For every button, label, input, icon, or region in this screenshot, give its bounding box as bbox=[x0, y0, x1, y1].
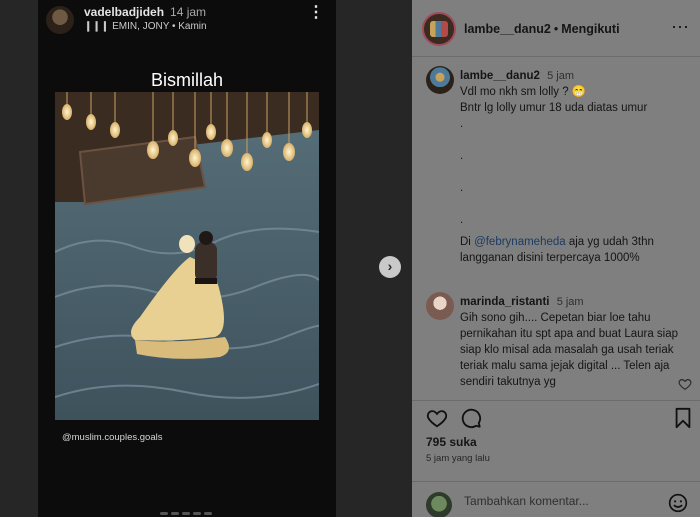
bars-icon: ❙❙❙ bbox=[84, 21, 110, 32]
story-time: 14 jam bbox=[170, 5, 207, 19]
add-comment-bar bbox=[412, 481, 700, 517]
story-viewer[interactable]: vadelbadjideh 14 jam ❙❙❙ EMIN, JONY • Kami… bbox=[38, 0, 336, 517]
comment-body: lambe__danu2 5 jam Vdl mo nkh sm lolly ?… bbox=[460, 68, 690, 266]
current-user-avatar bbox=[426, 492, 452, 517]
post-author-username[interactable]: lambe__danu2 bbox=[464, 22, 551, 36]
likes-count[interactable]: 795 suka bbox=[426, 435, 477, 449]
mention-link[interactable]: @febrynameheda bbox=[474, 236, 566, 248]
comment-time: 5 jam bbox=[547, 70, 575, 82]
story-more-icon[interactable]: ⋮ bbox=[308, 5, 324, 21]
comment-avatar[interactable] bbox=[426, 66, 454, 94]
comment-input[interactable] bbox=[464, 494, 654, 508]
comment-avatar[interactable] bbox=[426, 292, 454, 320]
comment-dot: . bbox=[460, 182, 464, 194]
post-header: lambe__danu2 • Mengikuti ⋯ bbox=[412, 0, 700, 57]
heart-icon[interactable] bbox=[426, 407, 448, 429]
story-avatar[interactable] bbox=[46, 6, 74, 34]
comment-icon[interactable] bbox=[460, 407, 482, 429]
comment-text-line: Vdl mo nkh sm lolly ? 😁 bbox=[460, 86, 587, 98]
post-author-avatar[interactable] bbox=[422, 12, 456, 46]
story-page-dot bbox=[204, 512, 212, 515]
story-page-dot bbox=[193, 512, 201, 515]
story-music[interactable]: ❙❙❙ EMIN, JONY • Kamin bbox=[84, 21, 207, 32]
comment-text: Gih sono gih.... Cepetan biar loe tahu p… bbox=[460, 312, 679, 388]
comment-time: 5 jam bbox=[556, 296, 584, 308]
post-actions bbox=[412, 400, 700, 434]
comment-text-line: langganan disini terpercaya 1000% bbox=[460, 252, 640, 264]
like-comment-heart-icon[interactable] bbox=[678, 377, 692, 391]
story-music-label: EMIN, JONY • Kamin bbox=[112, 21, 207, 32]
following-button[interactable]: Mengikuti bbox=[561, 22, 619, 36]
comment-text-pre: Di bbox=[460, 236, 475, 248]
comments-list[interactable]: lambe__danu2 5 jam Vdl mo nkh sm lolly ?… bbox=[412, 58, 700, 392]
comment-text-post: aja yg udah 3thn bbox=[565, 236, 654, 248]
comment-username[interactable]: marinda_ristanti bbox=[460, 296, 549, 308]
story-header: vadelbadjideh 14 jam ❙❙❙ EMIN, JONY • Kami… bbox=[38, 0, 336, 40]
post-panel: lambe__danu2 • Mengikuti ⋯ lambe__danu2 5 … bbox=[412, 0, 700, 517]
story-page-dot bbox=[171, 512, 179, 515]
more-icon[interactable]: ⋯ bbox=[671, 17, 690, 38]
mosque-photo-illustration bbox=[55, 92, 319, 420]
story-pagination bbox=[160, 512, 212, 515]
story-username-line: vadelbadjideh 14 jam bbox=[84, 5, 206, 19]
comment-dot: . bbox=[460, 150, 464, 162]
media-pane: vadelbadjideh 14 jam ❙❙❙ EMIN, JONY • Kami… bbox=[0, 0, 412, 517]
comment-username[interactable]: lambe__danu2 bbox=[460, 70, 540, 82]
emoji-icon[interactable] bbox=[668, 493, 688, 513]
post-author-line: lambe__danu2 • Mengikuti bbox=[464, 22, 620, 36]
header-separator: • bbox=[553, 22, 559, 36]
story-credit: @muslim.couples.goals bbox=[62, 432, 163, 443]
comment-body: marinda_ristanti 5 jam Gih sono gih.... … bbox=[460, 294, 690, 390]
bookmark-icon[interactable] bbox=[674, 407, 692, 429]
story-photo bbox=[55, 92, 319, 420]
next-arrow-icon[interactable]: › bbox=[379, 256, 401, 278]
story-username[interactable]: vadelbadjideh bbox=[84, 5, 164, 19]
story-page-dot bbox=[160, 512, 168, 515]
comment-text-line: Di @febrynameheda aja yg udah 3thn bbox=[460, 234, 690, 250]
story-title: Bismillah bbox=[150, 70, 224, 90]
comment-dot: . bbox=[460, 214, 464, 226]
story-page-dot bbox=[182, 512, 190, 515]
comment-text-line: Bntr lg lolly umur 18 uda diatas umur bbox=[460, 102, 648, 114]
comment-dot: . bbox=[460, 118, 464, 130]
post-timestamp: 5 jam yang lalu bbox=[426, 453, 490, 464]
